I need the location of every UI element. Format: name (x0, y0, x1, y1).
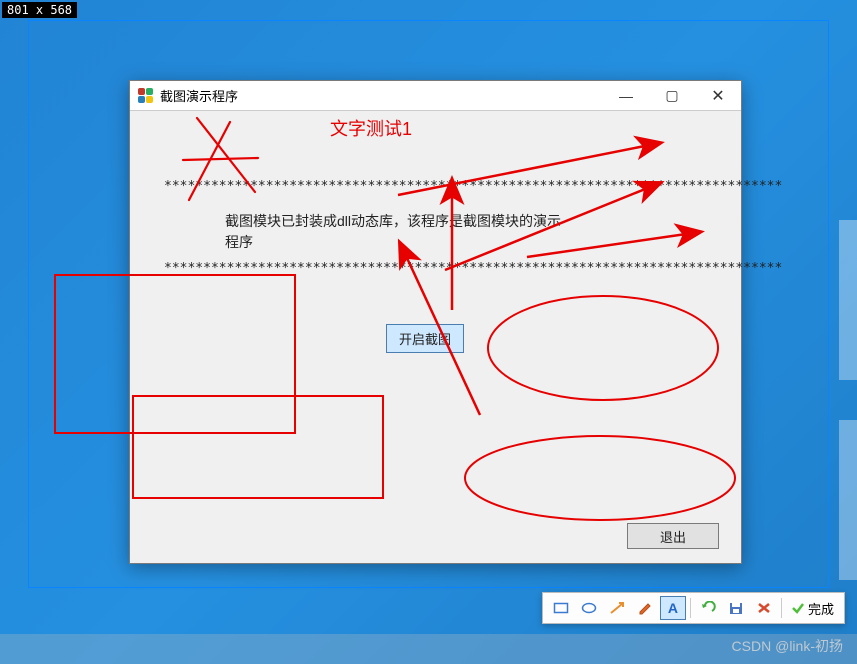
start-screenshot-button[interactable]: 开启截图 (386, 324, 464, 353)
tool-confirm[interactable]: 完成 (785, 596, 840, 620)
tool-pencil[interactable] (632, 596, 658, 620)
desktop-background-decoration (839, 160, 857, 634)
divider-asterisks-bottom: ****************************************… (164, 261, 782, 276)
tool-undo[interactable] (695, 596, 721, 620)
titlebar[interactable]: 截图演示程序 — ▢ ✕ (130, 81, 741, 111)
watermark: CSDN @link-初扬 (732, 636, 843, 656)
tool-cancel[interactable] (751, 596, 777, 620)
annotation-toolbar: A 完成 (542, 592, 845, 624)
app-icon (138, 88, 154, 104)
annotation-text-1: 文字测试1 (330, 115, 412, 141)
window-body: 文字测试1 **********************************… (130, 111, 741, 563)
close-button[interactable]: ✕ (695, 81, 741, 111)
divider-asterisks-top: ****************************************… (164, 179, 782, 194)
selection-dimensions-label: 801 x 568 (2, 2, 77, 18)
window-title: 截图演示程序 (160, 86, 238, 105)
tool-arrow[interactable] (604, 596, 630, 620)
tool-rectangle[interactable] (548, 596, 574, 620)
tool-save[interactable] (723, 596, 749, 620)
exit-button[interactable]: 退出 (627, 523, 719, 549)
taskbar (0, 634, 857, 664)
description-text: 截图模块已封装成dll动态库，该程序是截图模块的演示 程序 (225, 211, 625, 253)
maximize-button[interactable]: ▢ (649, 81, 695, 111)
window-controls: — ▢ ✕ (603, 81, 741, 111)
minimize-button[interactable]: — (603, 81, 649, 111)
done-label: 完成 (808, 599, 834, 618)
demo-app-window: 截图演示程序 — ▢ ✕ 文字测试1 *********************… (129, 80, 742, 564)
tool-text[interactable]: A (660, 596, 686, 620)
tool-ellipse[interactable] (576, 596, 602, 620)
